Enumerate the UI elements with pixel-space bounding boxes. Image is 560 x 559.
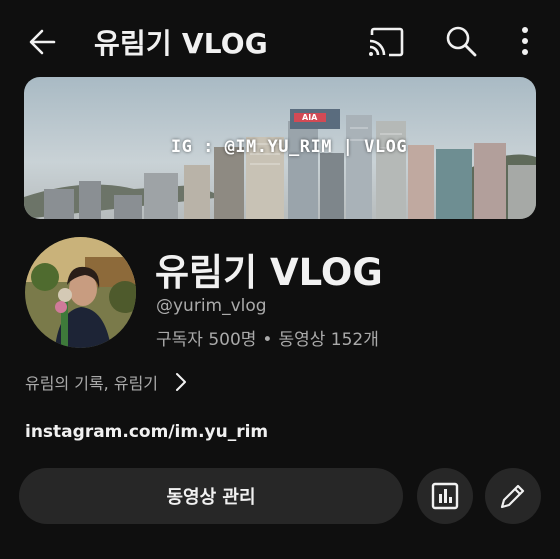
channel-banner: AIA IG : @IM.YU_RIM | VLOG [24, 77, 536, 219]
avatar[interactable] [25, 237, 136, 348]
search-icon[interactable] [444, 24, 478, 58]
cast-icon[interactable] [368, 26, 404, 58]
channel-description[interactable]: 유림의 기록, 유림기 [25, 370, 188, 394]
chevron-right-icon [176, 373, 187, 391]
channel-link[interactable]: instagram.com/im.yu_rim [25, 422, 268, 442]
banner-text: IG : @IM.YU_RIM | VLOG [170, 137, 408, 157]
page-title: 유림기 VLOG [94, 27, 268, 60]
edit-button[interactable] [485, 468, 541, 524]
manage-videos-button[interactable]: 동영상 관리 [19, 468, 403, 524]
banner-sign: AIA [302, 113, 318, 122]
video-count: 동영상 152개 [278, 330, 379, 350]
stats-separator: • [262, 330, 273, 350]
edit-pencil-icon [500, 484, 525, 509]
subscriber-count: 구독자 500명 [156, 330, 257, 350]
channel-handle: @yurim_vlog [156, 296, 267, 316]
back-arrow-icon[interactable] [24, 22, 64, 62]
more-vert-icon[interactable] [514, 24, 536, 58]
channel-name: 유림기 VLOG [155, 251, 383, 294]
channel-stats: 구독자 500명 • 동영상 152개 [156, 325, 379, 350]
description-text: 유림의 기록, 유림기 [25, 374, 159, 393]
avatar-photo [25, 237, 136, 348]
top-app-bar: 유림기 VLOG [0, 0, 560, 80]
analytics-icon [431, 482, 459, 510]
analytics-button[interactable] [417, 468, 473, 524]
